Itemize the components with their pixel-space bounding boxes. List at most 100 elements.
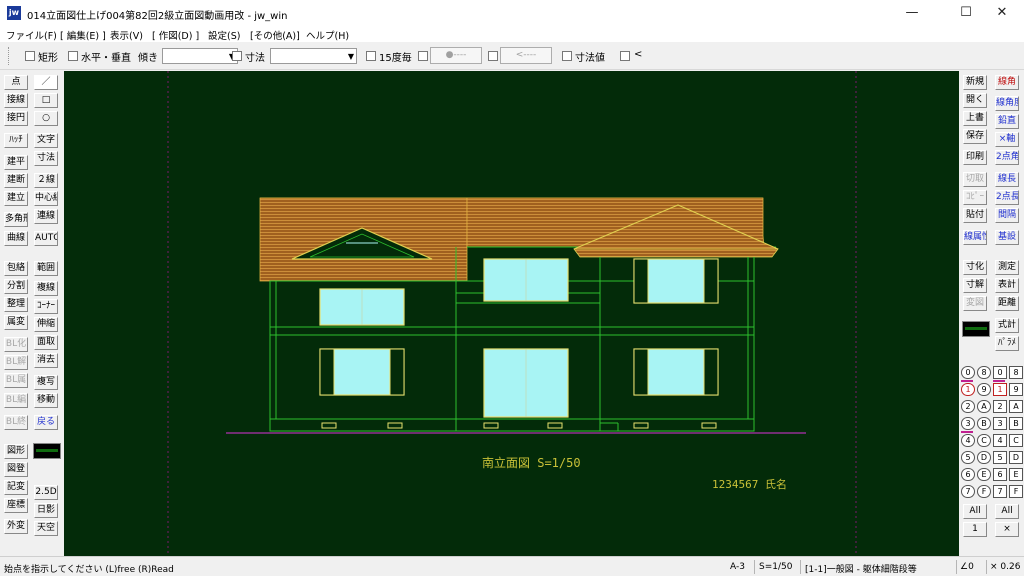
dim-value-checkbox[interactable] [562, 51, 572, 61]
tool-tangent-circle[interactable]: 接円 [4, 111, 28, 126]
copy-button[interactable]: ｺﾋﾟｰ [963, 190, 987, 205]
layer-group-b[interactable]: B [977, 417, 991, 430]
layer-group-a[interactable]: A [977, 400, 991, 413]
save-button[interactable]: 保存 [963, 129, 987, 144]
layer-f[interactable]: F [1009, 485, 1023, 498]
tool-circle[interactable]: ○ [34, 111, 58, 126]
overwrite-button[interactable]: 上書 [963, 111, 987, 126]
tool-attr-change[interactable]: 属変 [4, 315, 28, 330]
layer-group-number-button[interactable]: 1 [963, 522, 987, 537]
paper-size[interactable]: A-3 [730, 562, 745, 572]
tool-move[interactable]: 移動 [34, 393, 58, 408]
two-point-angle-button[interactable]: 2点角 [995, 150, 1019, 165]
layer-group-2[interactable]: 2 [961, 400, 975, 413]
menu-draw[interactable]: [ 作図(D) ] [152, 28, 199, 42]
tool-auto[interactable]: AUTO [34, 231, 58, 246]
dimension-checkbox[interactable] [232, 51, 242, 61]
tool-bl-edit[interactable]: BL編 [4, 393, 28, 408]
arrow-line-button[interactable]: <‐‐‐‐ [500, 47, 552, 64]
layer-b[interactable]: B [1009, 417, 1023, 430]
layer-close-icon[interactable]: × [995, 522, 1019, 537]
drawing-canvas[interactable]: 南立面図 S=1/50 1234567 氏名 [64, 71, 959, 556]
layer-3[interactable]: 3 [993, 417, 1007, 430]
menu-other[interactable]: [その他(A)] [250, 28, 300, 42]
tool-external[interactable]: 外変 [4, 519, 28, 534]
tool-polygon[interactable]: 多角形 [4, 212, 28, 227]
interval-button[interactable]: 間隔 [995, 208, 1019, 223]
tool-figure[interactable]: 図形 [4, 444, 28, 459]
layer-1[interactable]: 1 [993, 383, 1007, 396]
layer-all-button[interactable]: All [995, 504, 1019, 519]
tool-plan[interactable]: 建平 [4, 155, 28, 170]
tool-sky[interactable]: 天空 [34, 521, 58, 536]
line-length-button[interactable]: 線長 [995, 172, 1019, 187]
layer-group-5[interactable]: 5 [961, 451, 975, 464]
tool-continuous-line[interactable]: 連線 [34, 209, 58, 224]
tool-bl-end[interactable]: BL終 [4, 415, 28, 430]
tool-extend[interactable]: 伸縮 [34, 317, 58, 332]
tool-envelope[interactable]: 包絡 [4, 261, 28, 276]
open-file-button[interactable]: 開く [963, 93, 987, 108]
layer-6[interactable]: 6 [993, 468, 1007, 481]
tool-corner[interactable]: ｺｰﾅｰ [34, 299, 58, 314]
tool-shadow[interactable]: 日影 [34, 503, 58, 518]
base-setting-button[interactable]: 基設 [995, 230, 1019, 245]
layer-c[interactable]: C [1009, 434, 1023, 447]
tool-divide[interactable]: 分割 [4, 279, 28, 294]
menu-edit[interactable]: [ 編集(E) ] [60, 28, 106, 42]
tool-center-line[interactable]: 中心線 [34, 191, 58, 206]
tool-coordinate[interactable]: 座標 [4, 498, 28, 513]
rectangle-checkbox[interactable] [25, 51, 35, 61]
layer-group-c[interactable]: C [977, 434, 991, 447]
tool-rectangle[interactable]: □ [34, 93, 58, 108]
layer-4[interactable]: 4 [993, 434, 1007, 447]
table-calc-button[interactable]: 表計 [995, 278, 1019, 293]
layer-group-all-button[interactable]: All [963, 504, 987, 519]
tool-tangent[interactable]: 接線 [4, 93, 28, 108]
two-point-length-button[interactable]: 2点長 [995, 190, 1019, 205]
tool-point[interactable]: 点 [4, 75, 28, 90]
layer-d[interactable]: D [1009, 451, 1023, 464]
layer-group-1[interactable]: 1 [961, 383, 975, 396]
dim-release-button[interactable]: 寸解 [963, 278, 987, 293]
menu-help[interactable]: ヘルプ(H) [306, 28, 349, 42]
layer-group-0[interactable]: 0 [961, 366, 975, 379]
tool-double-line[interactable]: ２線 [34, 173, 58, 188]
point-line-button[interactable]: ●‐‐‐‐ [430, 47, 482, 64]
print-button[interactable]: 印刷 [963, 150, 987, 165]
parameter-button[interactable]: ﾊﾟﾗﾒ [995, 336, 1019, 351]
tool-copy[interactable]: 複写 [34, 375, 58, 390]
tool-figure-register[interactable]: 図登 [4, 462, 28, 477]
layer-5[interactable]: 5 [993, 451, 1007, 464]
layer-group-e[interactable]: E [977, 468, 991, 481]
figure-change-button[interactable]: 変図 [963, 296, 987, 311]
cut-button[interactable]: 切取 [963, 172, 987, 187]
line-angle-button[interactable]: 線角 [995, 75, 1019, 90]
menu-settings[interactable]: 設定(S) [208, 28, 240, 42]
tool-text[interactable]: 文字 [34, 133, 58, 148]
tool-bl-make[interactable]: BL化 [4, 337, 28, 352]
tool-dimension[interactable]: 寸法 [34, 151, 58, 166]
layer-group-3[interactable]: 3 [961, 417, 975, 430]
measure-button[interactable]: 測定 [995, 260, 1019, 275]
tool-line[interactable]: ／ [34, 75, 58, 90]
menu-file[interactable]: ファイル(F) [6, 28, 57, 42]
current-layer[interactable]: [1-1]一般図 - 躯体細階段等 [805, 562, 917, 575]
close-icon[interactable]: ✕ [980, 0, 1024, 26]
layer-group-9[interactable]: 9 [977, 383, 991, 396]
tool-range[interactable]: 範囲 [34, 261, 58, 276]
layer-group-d[interactable]: D [977, 451, 991, 464]
paste-button[interactable]: 貼付 [963, 208, 987, 223]
layer-color-swatch[interactable] [962, 321, 990, 337]
layer-a[interactable]: A [1009, 400, 1023, 413]
layer-group-7[interactable]: 7 [961, 485, 975, 498]
vertical-button[interactable]: 鉛直 [995, 114, 1019, 129]
arrow-mode-checkbox[interactable] [488, 51, 498, 61]
layer-8[interactable]: 8 [1009, 366, 1023, 379]
dim-convert-button[interactable]: 寸化 [963, 260, 987, 275]
layer-2[interactable]: 2 [993, 400, 1007, 413]
layer-9[interactable]: 9 [1009, 383, 1023, 396]
tool-offset[interactable]: 複線 [34, 281, 58, 296]
tool-bl-release[interactable]: BL解 [4, 355, 28, 370]
tool-elevation[interactable]: 建立 [4, 191, 28, 206]
